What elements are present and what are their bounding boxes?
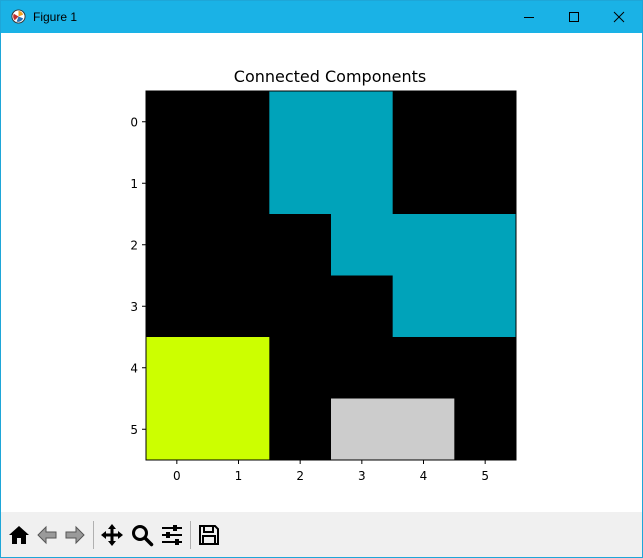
configure-subplots-icon xyxy=(162,525,182,545)
chart-title: Connected Components xyxy=(234,67,426,86)
configure-subplots-button[interactable] xyxy=(158,521,186,549)
figure-canvas[interactable]: Connected Components 0 1 2 3 4 5 0 1 2 3 4 5 xyxy=(1,33,642,511)
toolbar-separator xyxy=(93,521,94,549)
heatmap-cell xyxy=(454,398,517,461)
zoom-button[interactable] xyxy=(128,521,156,549)
heatmap-chart[interactable]: Connected Components 0 1 2 3 4 5 0 1 2 3 4 5 xyxy=(1,33,642,511)
heatmap-cell xyxy=(454,91,517,153)
home-button[interactable] xyxy=(5,521,33,549)
heatmap-cell xyxy=(146,398,209,461)
heatmap-cell xyxy=(207,398,270,461)
pan-move-icon xyxy=(101,524,123,546)
pan-button[interactable] xyxy=(98,521,126,549)
x-tick-label: 1 xyxy=(235,469,243,483)
heatmap-cell xyxy=(454,337,517,399)
y-tick-label: 0 xyxy=(130,115,138,129)
heatmap-cell xyxy=(207,214,270,276)
close-icon xyxy=(613,11,625,23)
y-tick-label: 5 xyxy=(130,423,138,437)
heatmap-cell xyxy=(454,152,517,215)
heatmap-cell xyxy=(146,152,209,215)
heatmap-cell xyxy=(392,398,455,461)
minimize-button[interactable] xyxy=(506,1,552,33)
x-tick-label: 0 xyxy=(173,469,181,483)
maximize-button[interactable] xyxy=(551,1,597,33)
heatmap-cell xyxy=(331,275,394,338)
x-tick-label: 3 xyxy=(358,469,366,483)
heatmap-cell xyxy=(146,337,209,399)
heatmap-cell xyxy=(454,275,517,338)
back-button[interactable] xyxy=(33,521,61,549)
title-bar[interactable]: Figure 1 xyxy=(1,1,642,33)
heatmap-cell xyxy=(207,91,270,153)
heatmap-cell xyxy=(146,275,209,338)
heatmap-cell xyxy=(207,337,270,399)
heatmap-cell xyxy=(331,91,394,153)
heatmap-cell xyxy=(392,275,455,338)
heatmap-cell xyxy=(269,91,332,153)
heatmap-cell xyxy=(392,152,455,215)
matplotlib-app-icon xyxy=(11,9,26,24)
y-tick-label: 2 xyxy=(130,238,138,252)
heatmap-cell xyxy=(392,91,455,153)
heatmap-cell xyxy=(269,214,332,276)
heatmap-cell xyxy=(146,214,209,276)
y-tick-label: 4 xyxy=(130,361,138,375)
heatmap-cell xyxy=(331,214,394,276)
window-title: Figure 1 xyxy=(33,10,78,24)
heatmap-cell xyxy=(392,214,455,276)
toolbar-separator xyxy=(190,521,191,549)
close-button[interactable] xyxy=(596,1,642,33)
save-figure-icon xyxy=(199,525,219,545)
zoom-magnifier-icon xyxy=(132,525,154,547)
heatmap-cell xyxy=(269,337,332,399)
save-figure-button[interactable] xyxy=(195,521,223,549)
heatmap-cell xyxy=(207,275,270,338)
back-arrow-icon xyxy=(37,525,57,545)
forward-arrow-icon xyxy=(65,525,85,545)
heatmap-cell xyxy=(331,398,394,461)
x-tick-label: 2 xyxy=(296,469,304,483)
heatmap-cell xyxy=(269,398,332,461)
heatmap-cells xyxy=(146,91,517,461)
heatmap-cell xyxy=(454,214,517,276)
heatmap-cell xyxy=(207,152,270,215)
figure-window: Figure 1 Connected Components 0 1 2 3 4 5 0 1 2… xyxy=(0,0,643,558)
minimize-icon xyxy=(524,17,534,18)
y-axis-ticks: 0 1 2 3 4 5 xyxy=(130,115,146,437)
x-axis-ticks: 0 1 2 3 4 5 xyxy=(173,460,489,483)
home-icon xyxy=(9,526,29,544)
heatmap-cell xyxy=(331,337,394,399)
heatmap-cell xyxy=(392,337,455,399)
y-tick-label: 3 xyxy=(130,300,138,314)
y-tick-label: 1 xyxy=(130,177,138,191)
heatmap-cell xyxy=(269,152,332,215)
maximize-icon xyxy=(569,12,579,22)
heatmap-cell xyxy=(146,91,209,153)
navigation-toolbar xyxy=(1,512,642,557)
heatmap-cell xyxy=(269,275,332,338)
x-tick-label: 4 xyxy=(420,469,428,483)
forward-button[interactable] xyxy=(61,521,89,549)
heatmap-cell xyxy=(331,152,394,215)
x-tick-label: 5 xyxy=(481,469,489,483)
